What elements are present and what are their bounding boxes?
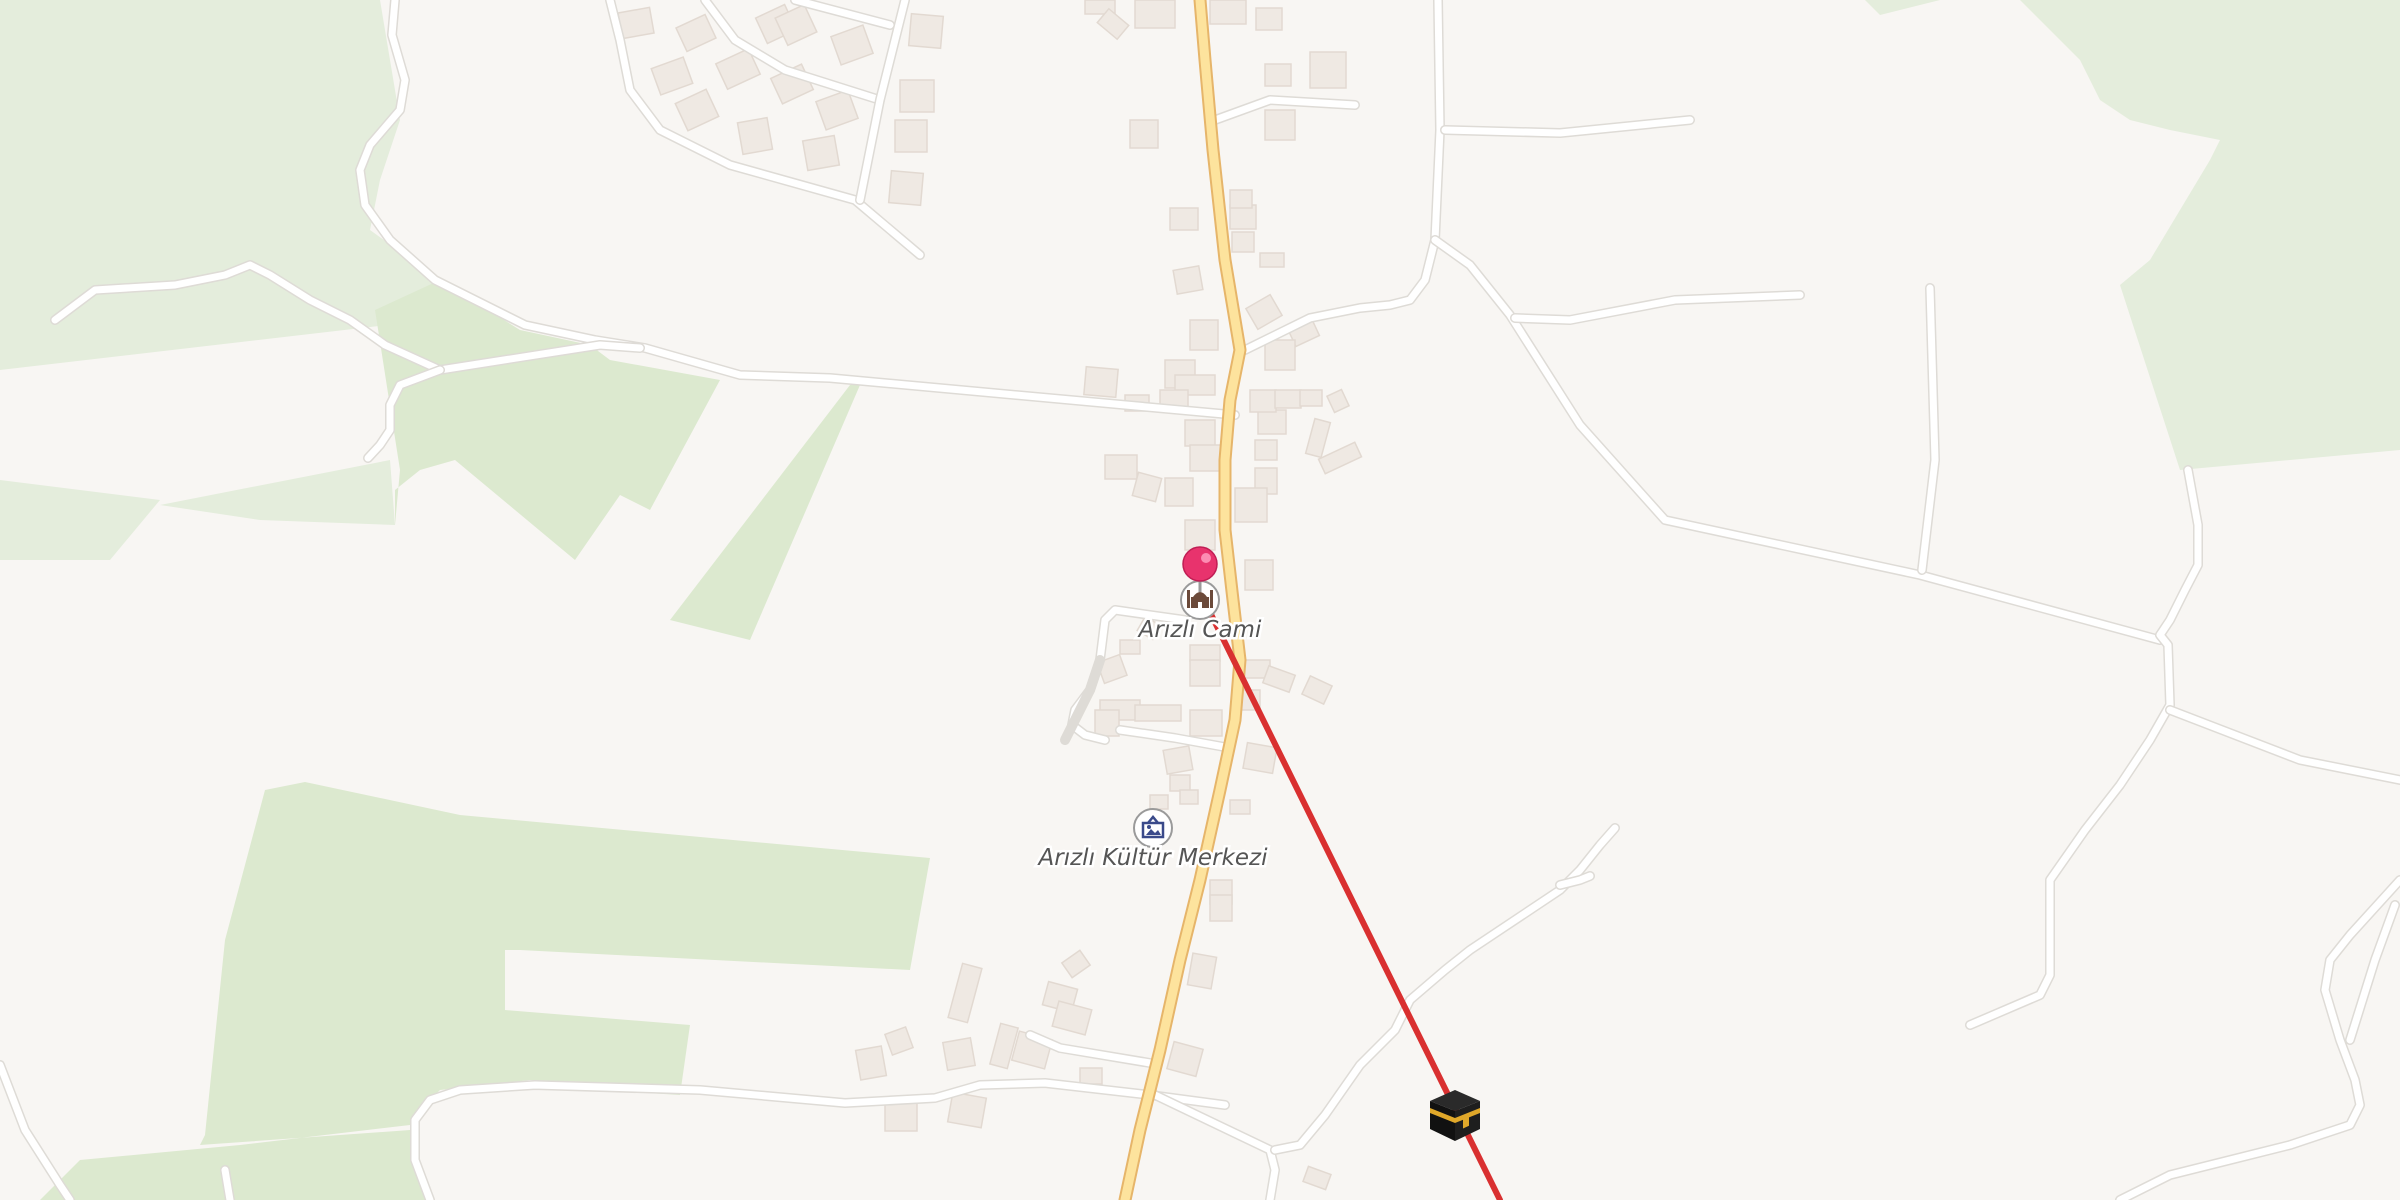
map-canvas[interactable]: Arızlı Cami Arızlı Kültür Merkezi xyxy=(0,0,2400,1200)
museum-icon xyxy=(1133,808,1173,848)
culture-center-label: Arızlı Kültür Merkezi xyxy=(1037,845,1269,871)
mosque-label: Arızlı Cami xyxy=(1137,617,1262,643)
